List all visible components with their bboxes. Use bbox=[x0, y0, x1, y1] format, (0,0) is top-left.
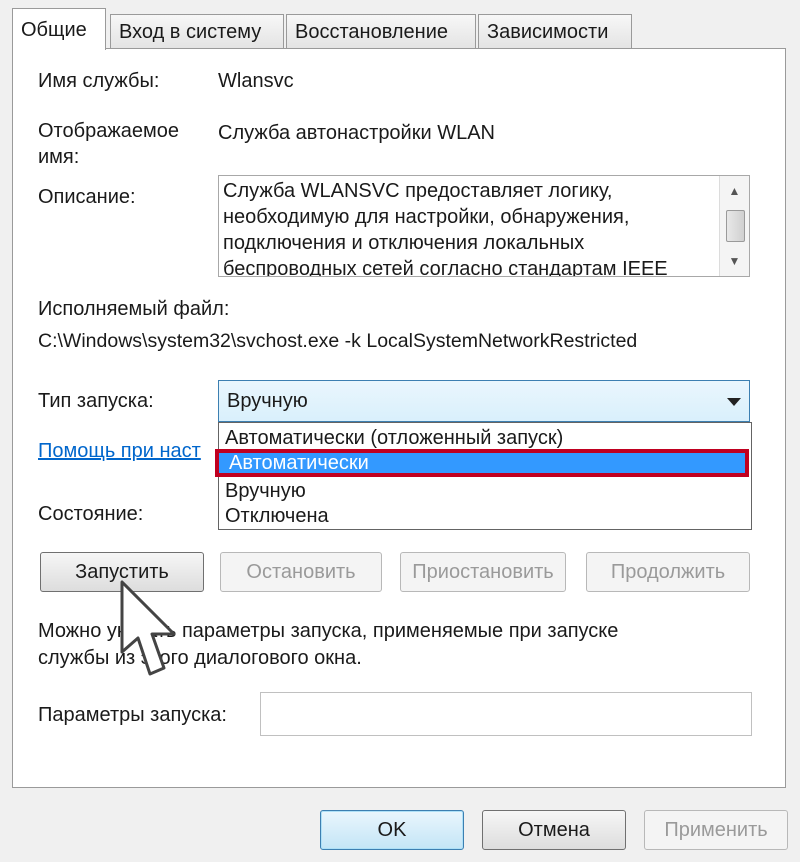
scrollbar-thumb[interactable] bbox=[726, 210, 745, 242]
mouse-pointer-icon bbox=[120, 580, 176, 676]
description-line: беспроводных сетей согласно стандартам I… bbox=[223, 258, 668, 277]
ok-button[interactable]: OK bbox=[320, 810, 464, 850]
help-link[interactable]: Помощь при наст bbox=[38, 440, 201, 463]
startup-type-dropdown-list: Автоматически (отложенный запуск) Автома… bbox=[215, 422, 752, 530]
tab-general-label: Общие bbox=[21, 19, 87, 41]
scroll-up-arrow-icon[interactable]: ▲ bbox=[720, 180, 749, 202]
tab-dependencies[interactable]: Зависимости bbox=[478, 14, 632, 48]
start-params-hint-line2: службы из этого диалогового окна. bbox=[38, 647, 362, 669]
pause-service-button[interactable]: Приостановить bbox=[400, 552, 566, 592]
startup-type-select[interactable]: Вручную bbox=[218, 380, 750, 422]
resume-service-button[interactable]: Продолжить bbox=[586, 552, 750, 592]
description-label: Описание: bbox=[38, 186, 136, 208]
option-automatic-delayed[interactable]: Автоматически (отложенный запуск) bbox=[225, 425, 563, 451]
option-automatic[interactable]: Автоматически bbox=[215, 449, 749, 477]
tab-general[interactable]: Общие bbox=[12, 8, 106, 50]
description-line: Служба WLANSVC предоставляет логику, bbox=[223, 180, 613, 202]
service-name-value: Wlansvc bbox=[218, 70, 294, 92]
scroll-down-arrow-icon[interactable]: ▼ bbox=[720, 250, 749, 272]
tab-logon-label: Вход в систему bbox=[119, 21, 262, 43]
display-name-value: Служба автонастройки WLAN bbox=[218, 122, 495, 144]
display-name-label-line2: имя: bbox=[38, 146, 80, 168]
description-line: необходимую для настройки, обнаружения, bbox=[223, 206, 630, 228]
description-scrollbar[interactable]: ▲ ▼ bbox=[719, 176, 749, 276]
startup-type-selected-value: Вручную bbox=[227, 390, 308, 412]
cancel-button[interactable]: Отмена bbox=[482, 810, 626, 850]
executable-path: C:\Windows\system32\svchost.exe -k Local… bbox=[38, 330, 638, 352]
description-line: подключения и отключения локальных bbox=[223, 232, 585, 254]
executable-label: Исполняемый файл: bbox=[38, 298, 230, 320]
chevron-down-icon bbox=[727, 398, 741, 406]
tab-dependencies-label: Зависимости bbox=[487, 21, 609, 43]
stop-service-button[interactable]: Остановить bbox=[220, 552, 382, 592]
tab-logon[interactable]: Вход в систему bbox=[110, 14, 284, 48]
option-manual[interactable]: Вручную bbox=[225, 478, 306, 504]
startup-type-label: Тип запуска: bbox=[38, 390, 154, 412]
start-params-label: Параметры запуска: bbox=[38, 704, 227, 726]
tab-recovery-label: Восстановление bbox=[295, 21, 448, 43]
display-name-label-line1: Отображаемое bbox=[38, 120, 179, 142]
status-label: Состояние: bbox=[38, 503, 144, 525]
start-params-input[interactable] bbox=[260, 692, 752, 736]
option-disabled[interactable]: Отключена bbox=[225, 503, 329, 529]
description-text: Служба WLANSVC предоставляет логику, нео… bbox=[223, 178, 717, 277]
tab-recovery[interactable]: Восстановление bbox=[286, 14, 476, 48]
description-box[interactable]: Служба WLANSVC предоставляет логику, нео… bbox=[218, 175, 750, 277]
apply-button[interactable]: Применить bbox=[644, 810, 788, 850]
service-name-label: Имя службы: bbox=[38, 70, 160, 92]
